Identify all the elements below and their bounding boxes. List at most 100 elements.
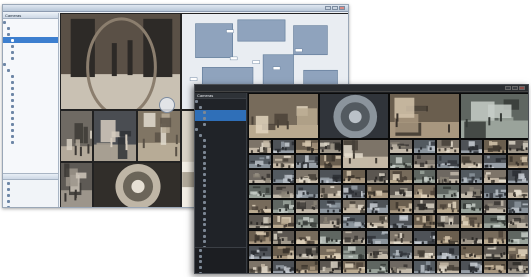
camera-feed-tile[interactable] bbox=[506, 229, 528, 245]
camera-feed-tile[interactable] bbox=[248, 229, 272, 245]
camera-feed-tile[interactable] bbox=[436, 153, 460, 169]
camera-feed-tile[interactable] bbox=[93, 110, 137, 162]
camera-feed-tile[interactable] bbox=[412, 199, 436, 215]
camera-feed-tile[interactable] bbox=[318, 184, 342, 200]
camera-feed-tile[interactable] bbox=[365, 184, 389, 200]
camera-feed-tile[interactable] bbox=[412, 153, 436, 169]
camera-feed-tile[interactable] bbox=[483, 229, 507, 245]
camera-feed-tile[interactable] bbox=[389, 138, 413, 154]
camera-feed-tile[interactable] bbox=[295, 153, 319, 169]
camera-feed-tile[interactable] bbox=[506, 153, 528, 169]
camera-feed-tile[interactable] bbox=[365, 229, 389, 245]
camera-feed-tile[interactable] bbox=[342, 244, 366, 260]
camera-feed-tile[interactable] bbox=[459, 138, 483, 154]
camera-feed-tile[interactable] bbox=[412, 168, 436, 184]
camera-feed-tile[interactable] bbox=[342, 168, 366, 184]
camera-feed-tile[interactable] bbox=[295, 214, 319, 230]
camera-feed-tile[interactable] bbox=[436, 199, 460, 215]
camera-feed-tile[interactable] bbox=[436, 184, 460, 200]
camera-feed-tile[interactable] bbox=[295, 244, 319, 260]
camera-feed-tile[interactable] bbox=[365, 168, 389, 184]
camera-feed-tile[interactable] bbox=[459, 184, 483, 200]
camera-feed-tile[interactable] bbox=[248, 93, 319, 139]
camera-feed-tile[interactable] bbox=[389, 184, 413, 200]
camera-feed-tile[interactable] bbox=[93, 162, 181, 207]
camera-feed-tile[interactable] bbox=[483, 199, 507, 215]
camera-feed-tile[interactable] bbox=[412, 229, 436, 245]
camera-feed-tile[interactable] bbox=[271, 168, 295, 184]
camera-feed-tile[interactable] bbox=[318, 214, 342, 230]
camera-feed-tile[interactable] bbox=[506, 214, 528, 230]
camera-feed-tile[interactable] bbox=[412, 214, 436, 230]
close-icon[interactable] bbox=[339, 6, 345, 10]
camera-feed-tile[interactable] bbox=[248, 259, 272, 273]
camera-feed-tile[interactable] bbox=[506, 259, 528, 273]
camera-feed-tile[interactable] bbox=[271, 229, 295, 245]
camera-feed-tile[interactable] bbox=[295, 229, 319, 245]
camera-feed-tile[interactable] bbox=[506, 184, 528, 200]
camera-feed-tile[interactable] bbox=[365, 214, 389, 230]
camera-feed-tile[interactable] bbox=[436, 244, 460, 260]
ptz-control-icon[interactable] bbox=[159, 97, 175, 113]
camera-feed-tile[interactable] bbox=[342, 259, 366, 273]
camera-feed-tile[interactable] bbox=[436, 214, 460, 230]
camera-feed-tile[interactable] bbox=[318, 153, 342, 169]
camera-feed-tile[interactable] bbox=[483, 214, 507, 230]
camera-feed-tile[interactable] bbox=[389, 214, 413, 230]
camera-feed-tile[interactable] bbox=[271, 244, 295, 260]
camera-feed-tile[interactable] bbox=[295, 259, 319, 273]
camera-feed-tile[interactable] bbox=[436, 138, 460, 154]
camera-feed-tile[interactable] bbox=[342, 138, 389, 169]
camera-feed-tile[interactable] bbox=[342, 214, 366, 230]
camera-feed-tile[interactable] bbox=[318, 244, 342, 260]
camera-feed-tile[interactable] bbox=[483, 138, 507, 154]
camera-tree-item[interactable] bbox=[3, 139, 58, 145]
camera-feed-tile[interactable] bbox=[318, 93, 389, 139]
camera-feed-tile[interactable] bbox=[365, 259, 389, 273]
camera-feed-tile[interactable] bbox=[459, 214, 483, 230]
camera-feed-tile[interactable] bbox=[271, 259, 295, 273]
camera-feed-tile[interactable] bbox=[318, 229, 342, 245]
camera-feed-tile[interactable] bbox=[60, 13, 181, 110]
camera-feed-tile[interactable] bbox=[248, 153, 272, 169]
camera-feed-tile[interactable] bbox=[389, 168, 413, 184]
camera-feed-tile[interactable] bbox=[248, 138, 272, 154]
camera-feed-tile[interactable] bbox=[248, 214, 272, 230]
camera-feed-tile[interactable] bbox=[436, 229, 460, 245]
camera-feed-tile[interactable] bbox=[412, 259, 436, 273]
camera-feed-tile[interactable] bbox=[483, 244, 507, 260]
minimize-icon[interactable] bbox=[325, 6, 331, 10]
camera-feed-tile[interactable] bbox=[389, 153, 413, 169]
camera-feed-tile[interactable] bbox=[389, 244, 413, 260]
maximize-icon[interactable] bbox=[332, 6, 338, 10]
camera-feed-tile[interactable] bbox=[318, 168, 342, 184]
camera-feed-tile[interactable] bbox=[271, 138, 295, 154]
camera-feed-tile[interactable] bbox=[248, 168, 272, 184]
camera-feed-tile[interactable] bbox=[295, 168, 319, 184]
camera-feed-tile[interactable] bbox=[483, 184, 507, 200]
camera-feed-tile[interactable] bbox=[248, 184, 272, 200]
camera-feed-tile[interactable] bbox=[137, 110, 181, 162]
camera-feed-tile[interactable] bbox=[318, 138, 342, 154]
camera-feed-tile[interactable] bbox=[436, 259, 460, 273]
camera-feed-tile[interactable] bbox=[412, 184, 436, 200]
camera-feed-tile[interactable] bbox=[60, 162, 93, 207]
camera-feed-tile[interactable] bbox=[389, 93, 460, 139]
camera-feed-tile[interactable] bbox=[365, 244, 389, 260]
camera-feed-tile[interactable] bbox=[295, 184, 319, 200]
camera-feed-tile[interactable] bbox=[506, 138, 528, 154]
camera-feed-tile[interactable] bbox=[271, 199, 295, 215]
camera-feed-tile[interactable] bbox=[389, 199, 413, 215]
camera-feed-tile[interactable] bbox=[459, 93, 528, 139]
camera-feed-tile[interactable] bbox=[506, 199, 528, 215]
camera-feed-tile[interactable] bbox=[459, 259, 483, 273]
camera-feed-tile[interactable] bbox=[389, 259, 413, 273]
camera-feed-tile[interactable] bbox=[342, 199, 366, 215]
camera-feed-tile[interactable] bbox=[483, 153, 507, 169]
camera-feed-tile[interactable] bbox=[318, 259, 342, 273]
camera-feed-tile[interactable] bbox=[342, 184, 366, 200]
camera-feed-tile[interactable] bbox=[342, 229, 366, 245]
camera-feed-tile[interactable] bbox=[248, 244, 272, 260]
view-list-item[interactable] bbox=[3, 204, 58, 207]
camera-feed-tile[interactable] bbox=[271, 184, 295, 200]
